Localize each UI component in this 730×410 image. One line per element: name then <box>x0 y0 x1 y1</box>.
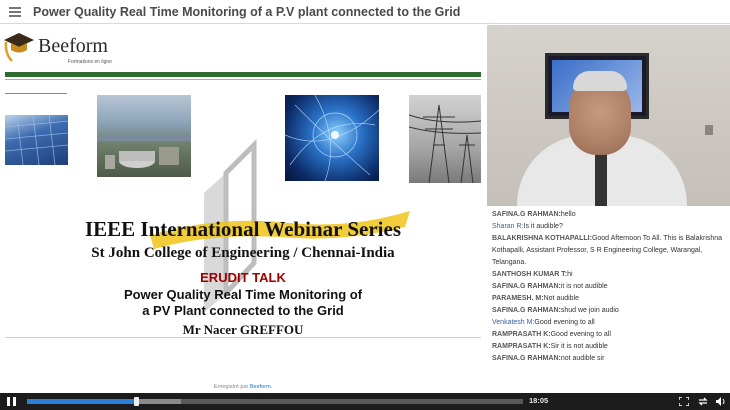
seek-handle[interactable] <box>134 397 140 406</box>
speaker-video <box>487 25 730 206</box>
talk-title-line-1: Power Quality Real Time Monitoring of <box>123 287 363 302</box>
seek-bar[interactable] <box>27 397 523 406</box>
chat-sender: SANTHOSH KUMAR T <box>492 271 565 278</box>
app-window: Power Quality Real Time Monitoring of a … <box>0 0 730 410</box>
chat-sender: RAMPRASATH K <box>492 331 549 338</box>
progress-fill <box>27 399 137 404</box>
chat-sender: SAFINA.G RAHMAN <box>492 211 559 218</box>
solar-panel-image <box>5 115 68 165</box>
chat-panel[interactable]: SAFINA.G RAHMAN:hello Sharan R:Is it audi… <box>487 206 730 393</box>
chat-text: not audible sir <box>560 355 605 362</box>
chat-text: Sir it is not audible <box>550 343 608 350</box>
chat-text: hello <box>560 211 576 218</box>
wall-switch <box>705 125 713 135</box>
chat-text: hi <box>567 271 573 278</box>
header-green-bar <box>5 72 481 77</box>
logo-wordmark: Beeform <box>38 35 108 57</box>
speaker-name: Mr Nacer GREFFOU <box>182 322 304 337</box>
slide-footer-divider <box>5 337 481 338</box>
player-controls: 18:05 <box>0 393 730 410</box>
chat-message: SAFINA.G RAHMAN:hello <box>492 211 576 218</box>
recorded-by-label: Enregistré par <box>213 384 249 390</box>
webinar-series-heading: IEEE International Webinar Series <box>84 217 401 241</box>
power-plant-image <box>97 95 191 177</box>
talk-title: Power Quality Real Time Monitoring of a … <box>0 287 486 319</box>
college-heading: St John College of Engineering / Chennai… <box>91 245 395 261</box>
recorded-by-brand-link[interactable]: Beeform. <box>250 384 272 390</box>
fullscreen-icon[interactable] <box>679 397 689 406</box>
chat-sender: Venkatesh M <box>492 319 533 326</box>
chat-message: SANTHOSH KUMAR T:hi <box>492 271 573 278</box>
chat-message: SAFINA.G RAHMAN:not audible sir <box>492 355 605 362</box>
talk-title-line-2: a PV Plant connected to the Grid <box>142 303 344 318</box>
chat-message: RAMPRASATH K:Sir it is not audible <box>492 343 608 350</box>
chat-text: Not audible <box>543 295 580 302</box>
chat-message: BALAKRISHNA KOTHAPALLI:Good Afternoon To… <box>492 235 723 266</box>
short-divider <box>5 93 67 94</box>
title-bar: Power Quality Real Time Monitoring of a … <box>0 0 730 24</box>
chat-sender: RAMPRASATH K <box>492 343 549 350</box>
volume-icon[interactable] <box>716 397 726 406</box>
chat-sender: PARAMESH. M <box>492 295 542 302</box>
swap-layout-icon[interactable] <box>698 397 708 406</box>
chat-text: Good evening to all <box>550 331 611 338</box>
chat-message: Venkatesh M:Good evening to all <box>492 319 595 326</box>
network-globe-image <box>285 95 379 181</box>
hamburger-menu-icon[interactable] <box>9 6 21 17</box>
chat-text: it is not audible <box>560 283 608 290</box>
chat-text: shud we join audio <box>560 307 619 314</box>
chat-message: PARAMESH. M:Not audible <box>492 295 580 302</box>
chat-message: SAFINA.G RAHMAN:shud we join audio <box>492 307 619 314</box>
chat-text: Good evening to all <box>534 319 595 326</box>
chat-sender: Sharan R <box>492 223 522 230</box>
time-display: 18:05 <box>529 396 549 405</box>
chat-sender: BALAKRISHNA KOTHAPALLI <box>492 235 590 242</box>
chat-text: Is it audible? <box>523 223 563 230</box>
pause-icon[interactable] <box>7 397 16 406</box>
chat-sender: SAFINA.G RAHMAN <box>492 283 559 290</box>
chat-message: RAMPRASATH K:Good evening to all <box>492 331 611 338</box>
chat-message: SAFINA.G RAHMAN:it is not audible <box>492 283 608 290</box>
chat-sender: SAFINA.G RAHMAN <box>492 307 559 314</box>
recorded-by-note: Enregistré par Beeform. <box>0 384 486 390</box>
graduation-cap-icon <box>4 33 34 62</box>
header-divider <box>5 79 481 80</box>
beeform-logo: Beeform Formations en ligne <box>2 28 122 68</box>
chat-message: Sharan R:Is it audible? <box>492 223 563 230</box>
chat-sender: SAFINA.G RAHMAN <box>492 355 559 362</box>
page-title: Power Quality Real Time Monitoring of a … <box>33 4 461 19</box>
logo-tagline: Formations en ligne <box>68 59 112 65</box>
transmission-tower-image <box>409 95 481 183</box>
presentation-slide: Beeform Formations en ligne IEEE Interna… <box>0 25 486 393</box>
talk-type-label: ERUDIT TALK <box>200 270 286 285</box>
